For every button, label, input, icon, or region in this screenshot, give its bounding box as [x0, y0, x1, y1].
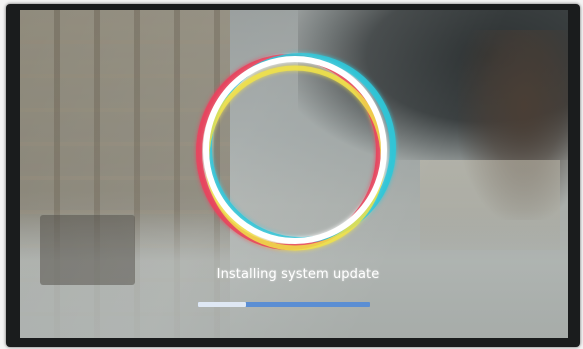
- status-text: Installing system update: [216, 267, 380, 282]
- ring-white-stroke: [203, 56, 387, 244]
- progress-bar-fill: [198, 302, 247, 307]
- boot-animation-ring-icon: [185, 40, 405, 260]
- photo-background: Installing system update: [0, 0, 583, 349]
- ring-yellow-stroke: [204, 65, 386, 251]
- progress-bar: [198, 302, 370, 307]
